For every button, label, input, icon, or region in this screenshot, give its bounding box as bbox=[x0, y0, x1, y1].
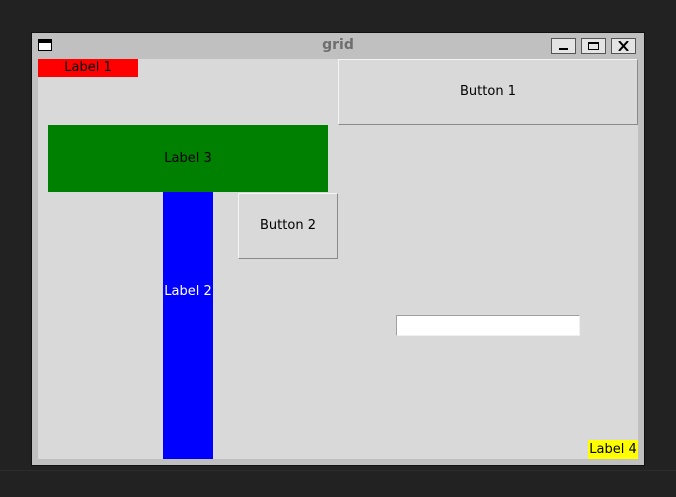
label-1: Label 1 bbox=[38, 59, 138, 77]
app-window: grid Label 1 Button 1 Label 3 Label 2 Bu… bbox=[32, 33, 644, 465]
grid-client-area: Label 1 Button 1 Label 3 Label 2 Button … bbox=[38, 59, 638, 459]
minimize-button[interactable] bbox=[551, 38, 576, 54]
button-2[interactable]: Button 2 bbox=[238, 193, 338, 259]
label-2: Label 2 bbox=[163, 192, 213, 459]
text-entry[interactable] bbox=[396, 315, 580, 336]
close-button[interactable] bbox=[611, 38, 636, 54]
title-bar[interactable]: grid bbox=[32, 33, 644, 59]
close-icon bbox=[618, 41, 629, 51]
button-1[interactable]: Button 1 bbox=[338, 59, 638, 125]
maximize-button[interactable] bbox=[581, 38, 606, 54]
label-3: Label 3 bbox=[48, 125, 328, 192]
label-4: Label 4 bbox=[588, 440, 638, 459]
desktop-divider bbox=[0, 470, 676, 471]
